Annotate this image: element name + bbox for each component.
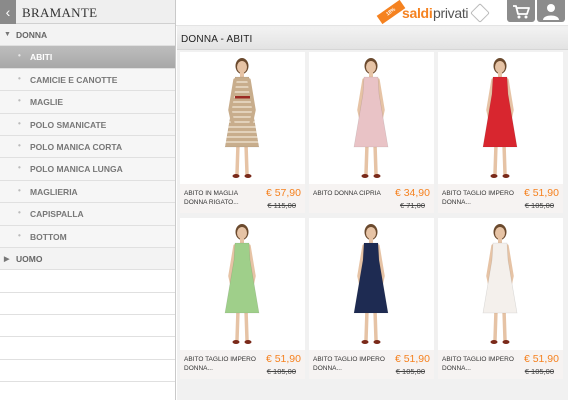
sidebar-item-polo-smanicate[interactable]: • POLO SMANICATE (0, 113, 175, 136)
sidebar-item-maglieria[interactable]: • MAGLIERIA (0, 180, 175, 204)
sidebar-item-bottom[interactable]: • BOTTOM (0, 225, 175, 248)
bullet-icon: • (18, 140, 21, 150)
bullet-icon: • (18, 118, 21, 128)
product-card[interactable]: ABITO TAGLIO IMPERO DONNA... € 51,90 € 1… (180, 218, 305, 379)
triangle-right-icon: ▶ (4, 255, 10, 263)
sidebar-item-label: POLO MANICA CORTA (30, 141, 123, 152)
user-button[interactable] (537, 0, 565, 22)
product-price: € 51,90 (394, 353, 430, 365)
product-area: DONNA - ABITI ABITO IN MAGLIA DONNA RIGA… (177, 26, 568, 400)
brand-title: BRAMANTE (22, 5, 98, 20)
cart-button[interactable] (507, 0, 535, 22)
product-info: ABITO TAGLIO IMPERO DONNA... € 51,90 € 1… (438, 184, 563, 213)
product-price: € 51,90 (523, 187, 559, 199)
product-info: ABITO IN MAGLIA DONNA RIGATO... € 57,90 … (180, 184, 305, 213)
sidebar-item-label: CAMICIE E CANOTTE (30, 74, 118, 85)
sidebar-item-capispalla[interactable]: • CAPISPALLA (0, 203, 175, 226)
product-price: € 51,90 (265, 353, 301, 365)
cart-icon (513, 5, 530, 19)
triangle-down-icon: ▼ (4, 31, 11, 38)
bullet-icon: • (18, 163, 21, 173)
product-price: € 51,90 (523, 353, 559, 365)
bullet-icon: • (18, 96, 21, 106)
dress-model-image (353, 58, 389, 178)
logo-word-saldi: saldi (402, 5, 433, 21)
dress-model-image (353, 224, 389, 344)
price-tag-icon (470, 3, 490, 23)
product-old-price: € 71,00 (399, 201, 425, 210)
empty-row (0, 359, 175, 383)
dress-model-image (482, 224, 518, 344)
bullet-icon: • (18, 73, 21, 83)
dress-model-image (482, 58, 518, 178)
bullet-icon: • (18, 185, 21, 195)
empty-row (0, 270, 175, 293)
product-name: ABITO TAGLIO IMPERO DONNA... (184, 356, 256, 372)
product-info: ABITO TAGLIO IMPERO DONNA... € 51,90 € 1… (309, 350, 434, 379)
sidebar-item-label: ABITI (30, 52, 53, 63)
section-header: DONNA - ABITI (177, 28, 568, 50)
bullet-icon: • (18, 51, 21, 61)
sidebar-item-label: POLO MANICA LUNGA (30, 164, 123, 175)
sidebar-item-label: CAPISPALLA (30, 209, 84, 220)
product-card[interactable]: ABITO TAGLIO IMPERO DONNA... € 51,90 € 1… (309, 218, 434, 379)
logo-word-privati: privati (433, 5, 469, 21)
product-name: ABITO IN MAGLIA DONNA RIGATO... (184, 190, 239, 206)
sidebar-item-label: POLO SMANICATE (30, 119, 107, 130)
sidebar-item-donna[interactable]: ▼ DONNA (0, 24, 175, 47)
sidebar-item-label: MAGLIE (30, 97, 64, 108)
product-card[interactable]: ABITO IN MAGLIA DONNA RIGATO... € 57,90 … (180, 52, 305, 213)
saldiprivati-logo[interactable]: 18% saldi privati (376, 0, 491, 25)
sidebar-header: ‹ BRAMANTE (0, 0, 175, 24)
product-name: ABITO DONNA CIPRIA (313, 190, 381, 197)
sidebar: ‹ BRAMANTE ▼ DONNA • ABITI • CAMICIE E C… (0, 0, 176, 400)
product-name: ABITO TAGLIO IMPERO DONNA... (442, 356, 514, 372)
sidebar-item-polo-manica-corta[interactable]: • POLO MANICA CORTA (0, 135, 175, 159)
dress-model-image (220, 58, 265, 178)
product-name: ABITO TAGLIO IMPERO DONNA... (313, 356, 385, 372)
user-icon (543, 4, 559, 20)
sidebar-item-label: MAGLIERIA (30, 186, 78, 197)
empty-row (0, 292, 175, 316)
page-title: DONNA - ABITI (181, 34, 253, 45)
product-image[interactable] (180, 52, 305, 184)
bullet-icon: • (18, 230, 21, 240)
sidebar-item-abiti[interactable]: • ABITI (0, 46, 175, 69)
product-card[interactable]: ABITO DONNA CIPRIA € 34,90 € 71,00 (309, 52, 434, 213)
sidebar-item-label: UOMO (16, 253, 43, 264)
sidebar-item-uomo[interactable]: ▶ UOMO (0, 247, 175, 271)
empty-row (0, 382, 175, 400)
chevron-left-icon: ‹ (5, 4, 11, 20)
back-button[interactable]: ‹ (0, 0, 16, 24)
product-card[interactable]: ABITO TAGLIO IMPERO DONNA... € 51,90 € 1… (438, 218, 563, 379)
product-old-price: € 105,00 (524, 367, 554, 376)
product-image[interactable] (180, 218, 305, 350)
dress-model-image (224, 224, 260, 344)
product-image[interactable] (309, 218, 434, 350)
product-info: ABITO TAGLIO IMPERO DONNA... € 51,90 € 1… (180, 350, 305, 379)
sidebar-item-camicie-e-canotte[interactable]: • CAMICIE E CANOTTE (0, 68, 175, 92)
product-old-price: € 105,00 (524, 201, 554, 210)
bullet-icon: • (18, 208, 21, 218)
product-image[interactable] (309, 52, 434, 184)
product-old-price: € 105,00 (266, 367, 296, 376)
sidebar-item-maglie[interactable]: • MAGLIE (0, 91, 175, 114)
empty-row (0, 315, 175, 338)
product-image[interactable] (438, 52, 563, 184)
product-price: € 57,90 (265, 187, 301, 199)
product-price: € 34,90 (394, 187, 430, 199)
sidebar-item-label: DONNA (16, 30, 48, 40)
top-bar: 18% saldi privati (176, 0, 568, 26)
product-image[interactable] (438, 218, 563, 350)
product-old-price: € 115,00 (267, 201, 296, 210)
empty-row (0, 337, 175, 360)
product-info: ABITO TAGLIO IMPERO DONNA... € 51,90 € 1… (438, 350, 563, 379)
sidebar-item-label: BOTTOM (30, 231, 67, 242)
product-name: ABITO TAGLIO IMPERO DONNA... (442, 190, 514, 206)
product-info: ABITO DONNA CIPRIA € 34,90 € 71,00 (309, 184, 434, 213)
sidebar-item-polo-manica-lunga[interactable]: • POLO MANICA LUNGA (0, 158, 175, 181)
product-old-price: € 105,00 (395, 367, 425, 376)
product-card[interactable]: ABITO TAGLIO IMPERO DONNA... € 51,90 € 1… (438, 52, 563, 213)
